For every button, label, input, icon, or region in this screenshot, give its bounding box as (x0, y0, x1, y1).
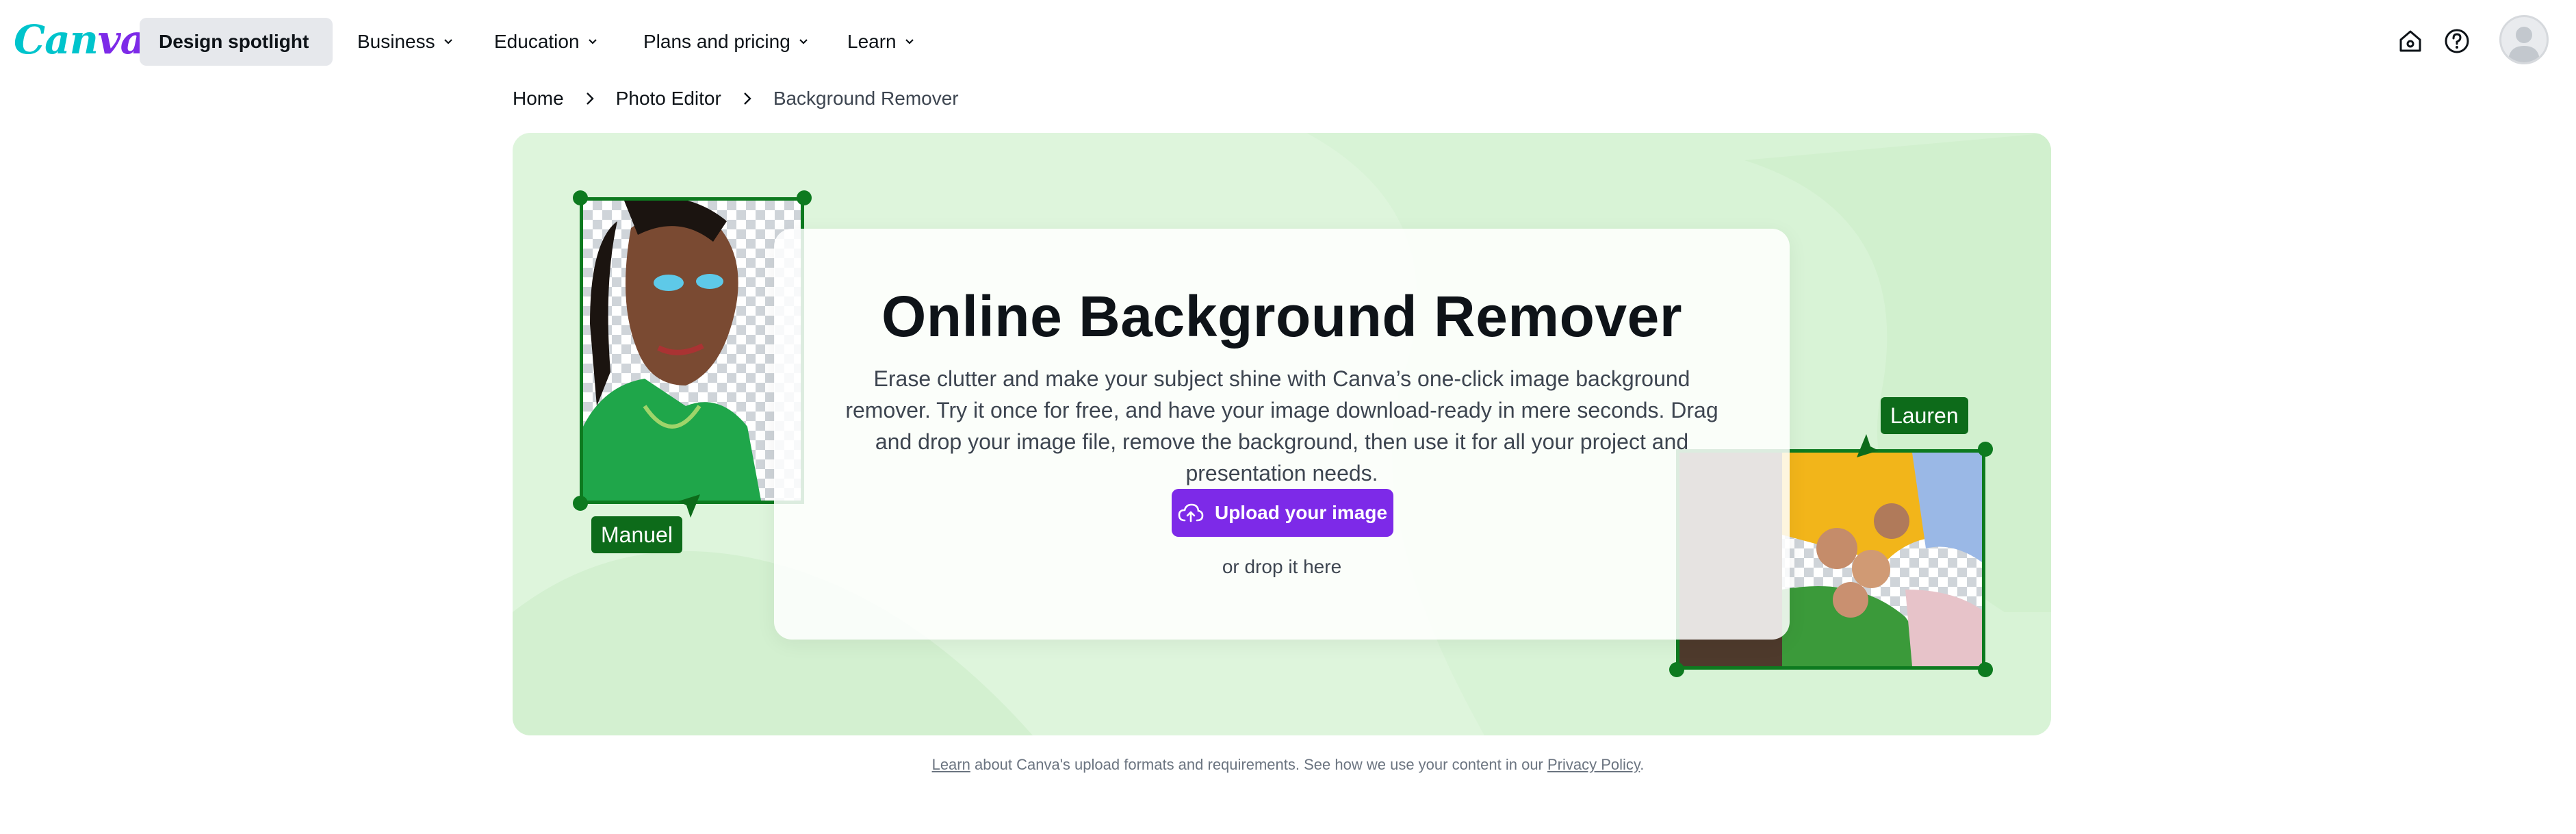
resize-handle (1978, 662, 1993, 677)
name-tag-left: Manuel (591, 516, 682, 553)
privacy-policy-link[interactable]: Privacy Policy (1547, 756, 1640, 773)
chevron-right-icon (743, 92, 751, 105)
nav-label: Business (357, 31, 435, 52)
breadcrumb-home[interactable]: Home (513, 88, 564, 110)
canva-logo[interactable]: Canva (14, 12, 146, 67)
nav-design-spotlight[interactable]: Design spotlight (140, 18, 333, 66)
nav-label: Design spotlight (159, 31, 309, 52)
resize-handle (573, 190, 588, 205)
resize-handle (1669, 662, 1684, 677)
chevron-down-icon (799, 39, 808, 45)
page-title: Online Background Remover (881, 284, 1683, 349)
breadcrumb: Home Photo Editor Background Remover (513, 85, 959, 112)
user-silhouette-icon (2508, 27, 2540, 62)
portrait-woman-image (583, 201, 761, 501)
resize-handle (573, 496, 588, 511)
name-tag-right: Lauren (1881, 397, 1968, 434)
hero-description: Erase clutter and make your subject shin… (845, 366, 1718, 485)
breadcrumb-photo-editor[interactable]: Photo Editor (616, 88, 721, 110)
nav-learn[interactable]: Learn (828, 18, 933, 66)
home-icon[interactable] (2395, 26, 2425, 56)
sample-photo-left (580, 197, 804, 504)
breadcrumb-current: Background Remover (773, 88, 959, 109)
footnote-end: . (1640, 756, 1645, 773)
cursor-arrow-icon (1857, 434, 1879, 457)
upload-button-label: Upload your image (1214, 502, 1388, 523)
nav-business[interactable]: Business (338, 18, 472, 66)
logo-text-b: va (97, 16, 146, 63)
nav-label: Plans and pricing (643, 31, 790, 52)
avatar[interactable] (2499, 15, 2549, 64)
nav-plans-and-pricing[interactable]: Plans and pricing (624, 18, 827, 66)
resize-handle (1978, 442, 1993, 457)
learn-link[interactable]: Learn (932, 756, 970, 773)
chevron-right-icon (586, 92, 594, 105)
footnote-text: about Canva's upload formats and require… (970, 756, 1547, 773)
chevron-down-icon (588, 39, 597, 45)
upload-footnote: Learn about Canva's upload formats and r… (0, 756, 2576, 774)
chevron-down-icon (905, 39, 914, 45)
nav-label: Learn (847, 31, 897, 52)
help-icon[interactable] (2442, 26, 2472, 56)
chevron-down-icon (443, 39, 452, 45)
resize-handle (797, 190, 812, 205)
top-navigation: Canva Design spotlight Business Educatio… (0, 0, 2576, 81)
nav-education[interactable]: Education (475, 18, 617, 66)
cloud-upload-icon (1178, 503, 1204, 522)
nav-label: Education (494, 31, 580, 52)
logo-text-a: Can (14, 16, 99, 63)
drop-hint: or drop it here (1222, 556, 1342, 577)
hero-card: Online Background Remover Erase clutter … (774, 229, 1790, 640)
upload-image-button[interactable]: Upload your image (1172, 489, 1393, 537)
